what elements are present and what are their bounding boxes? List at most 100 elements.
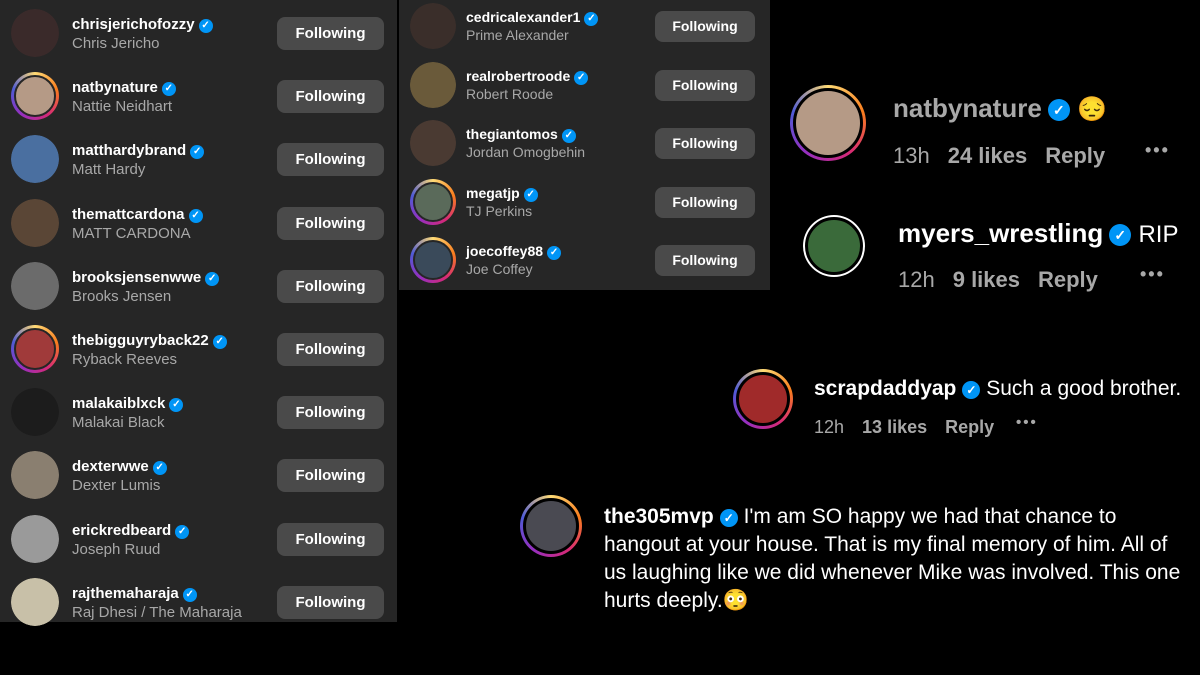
comment-line: hurts deeply.😳 xyxy=(604,589,749,612)
comment-likes[interactable]: 13 likes xyxy=(862,417,927,437)
commenter-avatar[interactable] xyxy=(520,495,582,557)
profile-avatar[interactable] xyxy=(410,3,456,49)
profile-avatar[interactable] xyxy=(11,9,59,57)
following-button[interactable]: Following xyxy=(277,269,384,303)
full-name: TJ Perkins xyxy=(466,202,533,219)
following-button[interactable]: Following xyxy=(655,11,755,42)
following-button[interactable]: Following xyxy=(277,396,384,430)
full-name: Brooks Jensen xyxy=(72,287,172,305)
verified-badge-icon: ✓ xyxy=(169,398,184,413)
username[interactable]: joecoffey88 ✓ xyxy=(466,243,562,260)
full-name: Prime Alexander xyxy=(466,27,569,43)
username[interactable]: matthardybrand ✓ xyxy=(72,142,205,160)
following-button[interactable]: Following xyxy=(277,206,384,240)
profile-avatar[interactable] xyxy=(11,72,59,121)
following-row: matthardybrand ✓ Matt Hardy Following xyxy=(0,127,397,190)
username-text: malakaiblxck xyxy=(72,395,166,413)
username[interactable]: erickredbeard ✓ xyxy=(72,522,190,539)
commenter-avatar[interactable] xyxy=(733,369,793,429)
commenter-avatar[interactable] xyxy=(790,85,866,161)
reply-button[interactable]: Reply xyxy=(1045,143,1105,168)
username-text: brooksjensenwwe xyxy=(72,268,202,286)
username[interactable]: malakaiblxck ✓ xyxy=(72,395,184,413)
username[interactable]: rajthemaharaja ✓ xyxy=(72,585,197,602)
following-list-left: chrisjerichofozzy ✓ Chris Jericho Following… xyxy=(0,0,397,626)
following-button[interactable]: Following xyxy=(277,522,384,556)
profile-avatar[interactable] xyxy=(11,451,59,500)
more-options-icon[interactable]: ••• xyxy=(1140,264,1165,285)
following-button[interactable]: Following xyxy=(277,585,384,619)
following-button[interactable]: Following xyxy=(277,143,384,177)
profile-avatar[interactable] xyxy=(11,135,59,184)
username[interactable]: thebigguyryback22 ✓ xyxy=(72,332,227,349)
profile-avatar[interactable] xyxy=(410,178,456,225)
username-text: cedricalexander1 xyxy=(466,9,581,25)
following-row: thebigguyryback22 ✓ Ryback Reeves Following xyxy=(0,317,397,380)
full-name: Joseph Ruud xyxy=(72,540,161,558)
username[interactable]: thegiantomos ✓ xyxy=(466,126,576,143)
username-text: natbynature xyxy=(72,79,158,97)
username-text: thebigguyryback22 xyxy=(72,332,209,349)
username-text: thegiantomos xyxy=(466,126,558,142)
username-text: joecoffey88 xyxy=(466,243,544,259)
following-button[interactable]: Following xyxy=(655,69,755,101)
username[interactable]: natbynature ✓ xyxy=(72,79,176,97)
username[interactable]: themattcardona ✓ xyxy=(72,206,203,223)
following-button[interactable]: Following xyxy=(277,459,384,493)
username-text: dexterwwe xyxy=(72,458,149,476)
more-options-icon[interactable]: ••• xyxy=(1145,140,1170,161)
following-button[interactable]: Following xyxy=(655,128,755,159)
verified-badge-icon: ✓ xyxy=(175,524,190,539)
username[interactable]: chrisjerichofozzy ✓ xyxy=(72,16,213,33)
following-row: cedricalexander1 ✓ Prime Alexander Followin… xyxy=(399,0,770,60)
comment-line: hangout at your house. That is my final … xyxy=(604,533,1168,556)
comment-username[interactable]: natbynature ✓ 😔 xyxy=(893,93,1107,124)
username[interactable]: megatjp ✓ xyxy=(466,185,538,202)
profile-avatar[interactable] xyxy=(410,120,456,166)
following-button[interactable]: Following xyxy=(655,186,755,218)
full-name: MATT CARDONA xyxy=(72,224,191,242)
username-text: matthardybrand xyxy=(72,142,187,160)
full-name: Chris Jericho xyxy=(72,35,160,52)
following-button[interactable]: Following xyxy=(277,333,384,366)
comment-likes[interactable]: 9 likes xyxy=(953,267,1020,292)
comment-username[interactable]: myers_wrestling ✓ RIP xyxy=(898,218,1178,249)
verified-badge-icon: ✓ xyxy=(161,82,176,97)
profile-avatar[interactable] xyxy=(11,198,59,247)
profile-avatar[interactable] xyxy=(11,514,59,563)
reply-button[interactable]: Reply xyxy=(1038,267,1098,292)
reply-button[interactable]: Reply xyxy=(945,417,994,437)
following-row: joecoffey88 ✓ Joe Coffey Following xyxy=(399,231,770,294)
verified-badge-icon: ✓ xyxy=(1109,224,1132,246)
comment-text: I'm am SO happy we had that chance to xyxy=(743,505,1117,528)
following-button[interactable]: Following xyxy=(277,80,384,114)
full-name: Robert Roode xyxy=(466,85,554,102)
comment-line: us laughing like we did whenever Mike wa… xyxy=(604,561,1181,584)
following-row: realrobertroode ✓ Robert Roode Following xyxy=(399,56,770,119)
profile-avatar[interactable] xyxy=(11,325,59,373)
profile-avatar[interactable] xyxy=(11,388,59,437)
comment-time: 12h xyxy=(814,417,845,437)
comment-meta: 12h 13 likes Reply xyxy=(814,417,1012,438)
more-options-icon[interactable]: ••• xyxy=(1016,414,1038,431)
username[interactable]: brooksjensenwwe ✓ xyxy=(72,268,220,286)
comment-username[interactable]: the305mvp ✓ I'm am SO happy we had that c… xyxy=(604,503,1116,531)
verified-badge-icon: ✓ xyxy=(962,381,981,399)
profile-avatar[interactable] xyxy=(11,577,59,626)
profile-avatar[interactable] xyxy=(410,61,456,108)
comment-likes[interactable]: 24 likes xyxy=(948,143,1028,168)
commenter-avatar[interactable] xyxy=(803,215,865,277)
following-button[interactable]: Following xyxy=(277,17,384,50)
verified-badge-icon: ✓ xyxy=(584,12,599,26)
following-row: brooksjensenwwe ✓ Brooks Jensen Following xyxy=(0,254,397,317)
profile-avatar[interactable] xyxy=(11,261,59,310)
full-name: Ryback Reeves xyxy=(72,351,178,368)
username[interactable]: cedricalexander1 ✓ xyxy=(466,9,599,26)
following-button[interactable]: Following xyxy=(655,245,755,276)
username[interactable]: realrobertroode ✓ xyxy=(466,68,589,85)
comment-time: 12h xyxy=(898,267,935,292)
username[interactable]: dexterwwe ✓ xyxy=(72,458,167,476)
comment-username[interactable]: scrapdaddyap ✓ Such a good brother. xyxy=(814,377,1181,401)
profile-avatar[interactable] xyxy=(410,237,456,283)
following-row: erickredbeard ✓ Joseph Ruud Following xyxy=(0,507,397,570)
